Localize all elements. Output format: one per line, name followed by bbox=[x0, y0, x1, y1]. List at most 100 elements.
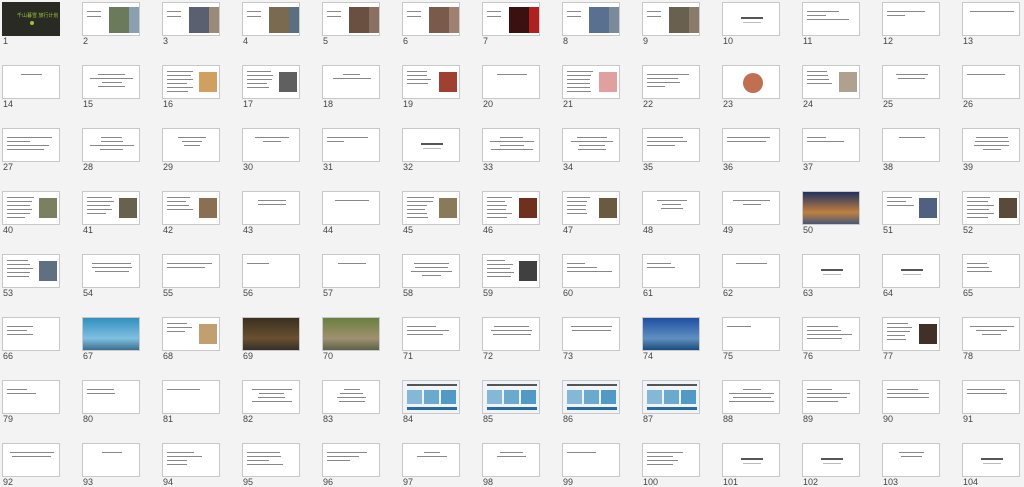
slide-thumbnail[interactable]: 36 bbox=[722, 128, 782, 172]
slide-thumbnail[interactable]: 99 bbox=[562, 443, 622, 487]
slide-thumbnail[interactable]: 78 bbox=[962, 317, 1022, 361]
slide-thumbnail[interactable]: 34 bbox=[562, 128, 622, 172]
slide-thumbnail[interactable]: 100 bbox=[642, 443, 702, 487]
slide-thumbnail[interactable]: 58 bbox=[402, 254, 462, 298]
slide-thumbnail[interactable]: 14 bbox=[2, 65, 62, 109]
slide-thumbnail[interactable]: 87 bbox=[642, 380, 702, 424]
slide-thumbnail[interactable]: 19 bbox=[402, 65, 462, 109]
slide-thumbnail[interactable]: 86 bbox=[562, 380, 622, 424]
slide-thumbnail[interactable]: 42 bbox=[162, 191, 222, 235]
slide-thumbnail[interactable]: 7 bbox=[482, 2, 542, 46]
slide-thumbnail[interactable]: 44 bbox=[322, 191, 382, 235]
slide-thumbnail[interactable]: 52 bbox=[962, 191, 1022, 235]
slide-thumbnail[interactable]: 33 bbox=[482, 128, 542, 172]
slide-thumbnail[interactable]: 63 bbox=[802, 254, 862, 298]
slide-thumbnail[interactable]: 6 bbox=[402, 2, 462, 46]
slide-thumbnail[interactable]: 53 bbox=[2, 254, 62, 298]
slide-thumbnail[interactable]: 54 bbox=[82, 254, 142, 298]
slide-thumbnail[interactable]: 4 bbox=[242, 2, 302, 46]
slide-thumbnail[interactable]: 76 bbox=[802, 317, 862, 361]
slide-thumbnail[interactable]: 64 bbox=[882, 254, 942, 298]
slide-thumbnail[interactable]: 43 bbox=[242, 191, 302, 235]
slide-thumbnail[interactable]: 84 bbox=[402, 380, 462, 424]
slide-thumbnail[interactable]: 32 bbox=[402, 128, 462, 172]
slide-thumbnail[interactable]: 95 bbox=[242, 443, 302, 487]
slide-thumbnail[interactable]: 47 bbox=[562, 191, 622, 235]
slide-thumbnail[interactable]: 28 bbox=[82, 128, 142, 172]
slide-thumbnail[interactable]: 68 bbox=[162, 317, 222, 361]
slide-thumbnail[interactable]: 5 bbox=[322, 2, 382, 46]
slide-thumbnail[interactable]: 38 bbox=[882, 128, 942, 172]
slide-thumbnail[interactable]: 75 bbox=[722, 317, 782, 361]
slide-thumbnail[interactable]: 59 bbox=[482, 254, 542, 298]
slide-thumbnail[interactable]: 77 bbox=[882, 317, 942, 361]
slide-thumbnail[interactable]: 82 bbox=[242, 380, 302, 424]
slide-thumbnail[interactable]: 72 bbox=[482, 317, 542, 361]
slide-thumbnail[interactable]: 21 bbox=[562, 65, 622, 109]
slide-thumbnail[interactable]: 2 bbox=[82, 2, 142, 46]
slide-thumbnail[interactable]: 90 bbox=[882, 380, 942, 424]
slide-thumbnail[interactable]: 35 bbox=[642, 128, 702, 172]
slide-thumbnail[interactable]: 62 bbox=[722, 254, 782, 298]
slide-thumbnail[interactable]: 18 bbox=[322, 65, 382, 109]
slide-thumbnail[interactable]: 8 bbox=[562, 2, 622, 46]
slide-thumbnail[interactable]: 97 bbox=[402, 443, 462, 487]
slide-thumbnail[interactable]: 15 bbox=[82, 65, 142, 109]
slide-thumbnail[interactable]: 103 bbox=[882, 443, 942, 487]
slide-thumbnail[interactable]: 22 bbox=[642, 65, 702, 109]
slide-thumbnail[interactable]: 85 bbox=[482, 380, 542, 424]
slide-thumbnail[interactable]: 31 bbox=[322, 128, 382, 172]
slide-thumbnail[interactable]: 49 bbox=[722, 191, 782, 235]
slide-thumbnail[interactable]: 69 bbox=[242, 317, 302, 361]
slide-thumbnail[interactable]: 71 bbox=[402, 317, 462, 361]
slide-thumbnail[interactable]: 55 bbox=[162, 254, 222, 298]
slide-thumbnail[interactable]: 45 bbox=[402, 191, 462, 235]
slide-thumbnail[interactable]: 12 bbox=[882, 2, 942, 46]
slide-thumbnail[interactable]: 79 bbox=[2, 380, 62, 424]
slide-thumbnail[interactable]: 104 bbox=[962, 443, 1022, 487]
slide-thumbnail[interactable]: 66 bbox=[2, 317, 62, 361]
slide-thumbnail[interactable]: 39 bbox=[962, 128, 1022, 172]
slide-thumbnail[interactable]: 61 bbox=[642, 254, 702, 298]
slide-thumbnail[interactable]: 81 bbox=[162, 380, 222, 424]
slide-thumbnail[interactable]: 65 bbox=[962, 254, 1022, 298]
slide-thumbnail[interactable]: 27 bbox=[2, 128, 62, 172]
slide-thumbnail[interactable]: 91 bbox=[962, 380, 1022, 424]
slide-thumbnail[interactable]: 56 bbox=[242, 254, 302, 298]
slide-thumbnail[interactable]: 48 bbox=[642, 191, 702, 235]
slide-thumbnail[interactable]: 50 bbox=[802, 191, 862, 235]
slide-thumbnail[interactable]: 千山暮雪 旅行计划 1 bbox=[2, 2, 62, 46]
slide-thumbnail[interactable]: 74 bbox=[642, 317, 702, 361]
slide-thumbnail[interactable]: 23 bbox=[722, 65, 782, 109]
slide-thumbnail[interactable]: 30 bbox=[242, 128, 302, 172]
slide-thumbnail[interactable]: 102 bbox=[802, 443, 862, 487]
slide-thumbnail[interactable]: 89 bbox=[802, 380, 862, 424]
slide-thumbnail[interactable]: 60 bbox=[562, 254, 622, 298]
slide-thumbnail[interactable]: 26 bbox=[962, 65, 1022, 109]
slide-thumbnail[interactable]: 57 bbox=[322, 254, 382, 298]
slide-thumbnail[interactable]: 11 bbox=[802, 2, 862, 46]
slide-thumbnail[interactable]: 101 bbox=[722, 443, 782, 487]
slide-thumbnail[interactable]: 9 bbox=[642, 2, 702, 46]
slide-thumbnail[interactable]: 20 bbox=[482, 65, 542, 109]
slide-thumbnail[interactable]: 16 bbox=[162, 65, 222, 109]
slide-thumbnail[interactable]: 70 bbox=[322, 317, 382, 361]
slide-thumbnail[interactable]: 96 bbox=[322, 443, 382, 487]
slide-thumbnail[interactable]: 51 bbox=[882, 191, 942, 235]
slide-thumbnail[interactable]: 13 bbox=[962, 2, 1022, 46]
slide-thumbnail[interactable]: 46 bbox=[482, 191, 542, 235]
slide-thumbnail[interactable]: 10 bbox=[722, 2, 782, 46]
slide-thumbnail[interactable]: 93 bbox=[82, 443, 142, 487]
slide-thumbnail[interactable]: 29 bbox=[162, 128, 222, 172]
slide-thumbnail[interactable]: 37 bbox=[802, 128, 862, 172]
slide-thumbnail[interactable]: 3 bbox=[162, 2, 222, 46]
slide-thumbnail[interactable]: 80 bbox=[82, 380, 142, 424]
slide-thumbnail[interactable]: 25 bbox=[882, 65, 942, 109]
slide-thumbnail[interactable]: 67 bbox=[82, 317, 142, 361]
slide-thumbnail[interactable]: 24 bbox=[802, 65, 862, 109]
slide-thumbnail[interactable]: 92 bbox=[2, 443, 62, 487]
slide-thumbnail[interactable]: 17 bbox=[242, 65, 302, 109]
slide-thumbnail[interactable]: 41 bbox=[82, 191, 142, 235]
slide-thumbnail[interactable]: 73 bbox=[562, 317, 622, 361]
slide-thumbnail[interactable]: 83 bbox=[322, 380, 382, 424]
